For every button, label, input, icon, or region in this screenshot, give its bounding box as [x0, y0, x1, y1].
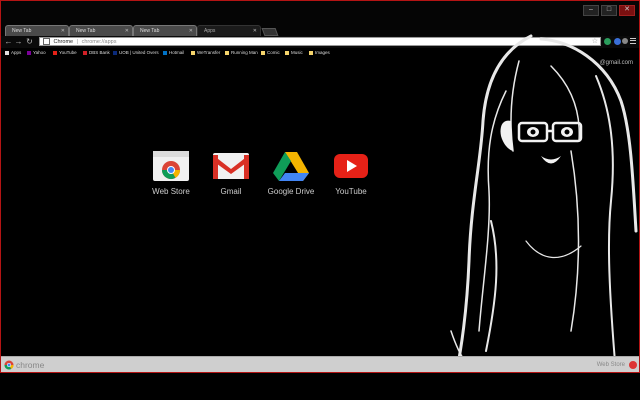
tab-new-tab-3[interactable]: New Tab ✕	[133, 25, 197, 36]
tab-label: New Tab	[76, 28, 96, 34]
gmail-icon	[213, 153, 249, 179]
folder-icon	[285, 50, 289, 55]
bookmark-uob[interactable]: UOB | United Overs	[113, 49, 159, 56]
bookmark-music[interactable]: Music	[285, 49, 303, 56]
page-icon	[43, 38, 50, 45]
forward-arrow-icon[interactable]: →	[14, 37, 23, 46]
tab-new-tab-1[interactable]: New Tab ✕	[5, 25, 69, 36]
minimize-icon[interactable]: –	[583, 5, 599, 16]
bookmark-label: Apps	[11, 50, 22, 55]
window-controls: – □ ✕	[583, 5, 635, 16]
web-store-icon	[153, 151, 189, 181]
tab-new-tab-2[interactable]: New Tab ✕	[69, 25, 133, 36]
folder-icon	[309, 50, 313, 55]
bank-icon	[83, 50, 87, 55]
youtube-icon	[53, 50, 57, 55]
omnibox-scheme: Chrome	[53, 38, 74, 45]
yahoo-icon	[27, 50, 31, 55]
ntp-bottom-bar: chrome Web Store	[1, 356, 639, 372]
browser-window: New Tab ✕ New Tab ✕ New Tab ✕ Apps ✕ – □…	[0, 0, 640, 373]
mail-icon	[163, 50, 167, 55]
youtube-icon	[334, 154, 368, 178]
tab-label: New Tab	[12, 28, 32, 34]
app-label: YouTube	[335, 187, 367, 196]
reload-icon[interactable]: ↻	[25, 37, 34, 46]
omnibox-separator: |	[76, 38, 79, 45]
web-store-link[interactable]: Web Store	[597, 362, 625, 368]
bookmark-label: UOB | United Overs	[119, 50, 159, 55]
bookmark-comic[interactable]: Comic	[261, 49, 280, 56]
bookmark-label: Hotmail	[169, 50, 185, 55]
close-tab-icon[interactable]: ✕	[189, 28, 193, 34]
bookmark-label: WeTransfer	[197, 50, 221, 55]
tab-label: New Tab	[140, 28, 160, 34]
tab-label: Apps	[204, 28, 216, 34]
folder-icon	[191, 50, 195, 55]
close-window-icon[interactable]: ✕	[619, 5, 635, 16]
google-drive-icon	[273, 152, 309, 181]
bookmark-label: Images	[315, 50, 330, 55]
bookmark-label: Comic	[267, 50, 280, 55]
bank-icon	[113, 50, 117, 55]
close-tab-icon[interactable]: ✕	[253, 28, 257, 34]
close-tab-icon[interactable]: ✕	[125, 28, 129, 34]
desktop-background	[0, 373, 640, 400]
chrome-logo-icon	[4, 360, 14, 370]
bookmark-label: YouTube	[59, 50, 77, 55]
bookmark-label: Yahoo	[33, 50, 46, 55]
web-store-small-icon[interactable]	[629, 361, 637, 369]
new-tab-button[interactable]	[261, 28, 279, 36]
chrome-brand-text: chrome	[16, 360, 45, 370]
folder-icon	[261, 50, 265, 55]
bookmark-label: DBS Bank	[89, 50, 110, 55]
bookmark-running-man[interactable]: Running Man	[225, 49, 258, 56]
theme-artwork	[450, 34, 638, 372]
account-email[interactable]: @gmail.com	[600, 60, 633, 66]
bookmark-images[interactable]: Images	[309, 49, 330, 56]
apps-grid-icon	[5, 50, 9, 55]
back-arrow-icon[interactable]: ←	[4, 37, 13, 46]
bookmark-label: Music	[291, 50, 303, 55]
bookmark-youtube[interactable]: YouTube	[53, 49, 77, 56]
bookmark-wetransfer[interactable]: WeTransfer	[191, 49, 220, 56]
bookmark-apps[interactable]: Apps	[5, 49, 21, 56]
maximize-icon[interactable]: □	[601, 5, 617, 16]
bookmark-dbs-bank[interactable]: DBS Bank	[83, 49, 110, 56]
tab-apps[interactable]: Apps ✕	[197, 25, 261, 36]
bookmark-yahoo[interactable]: Yahoo	[27, 49, 46, 56]
close-tab-icon[interactable]: ✕	[61, 28, 65, 34]
folder-icon	[225, 50, 229, 55]
bookmark-label: Running Man	[231, 50, 258, 55]
bookmark-hotmail[interactable]: Hotmail	[163, 49, 184, 56]
omnibox-url: chrome://apps	[81, 38, 117, 45]
app-youtube[interactable]: YouTube	[316, 149, 386, 196]
